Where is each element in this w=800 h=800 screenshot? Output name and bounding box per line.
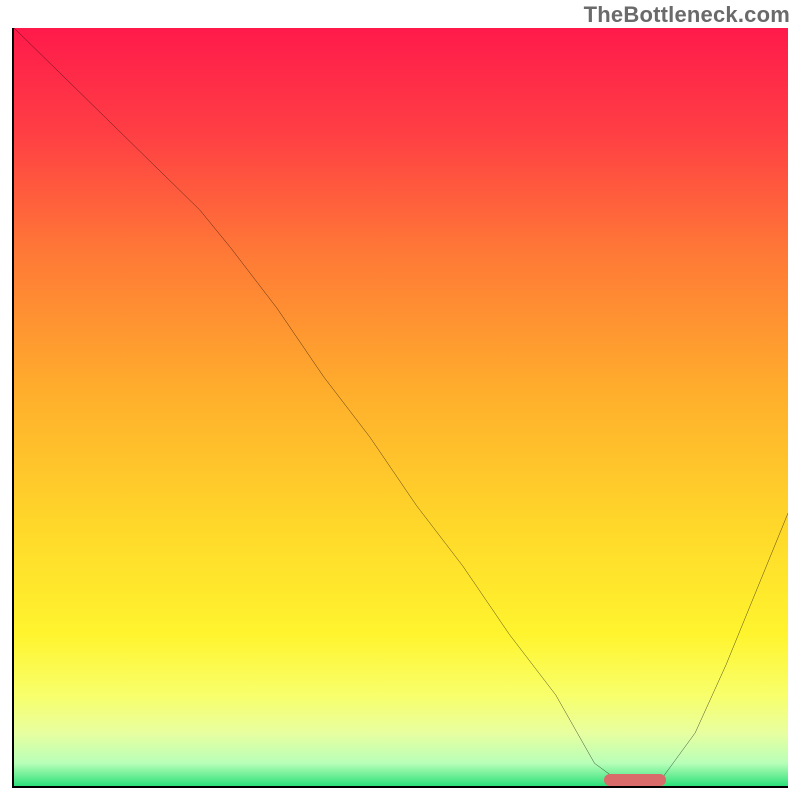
optimal-marker [604,774,666,786]
chart-container: TheBottleneck.com [0,0,800,800]
plot-area [12,28,788,788]
watermark-text: TheBottleneck.com [584,2,790,28]
bottleneck-curve [14,28,788,786]
